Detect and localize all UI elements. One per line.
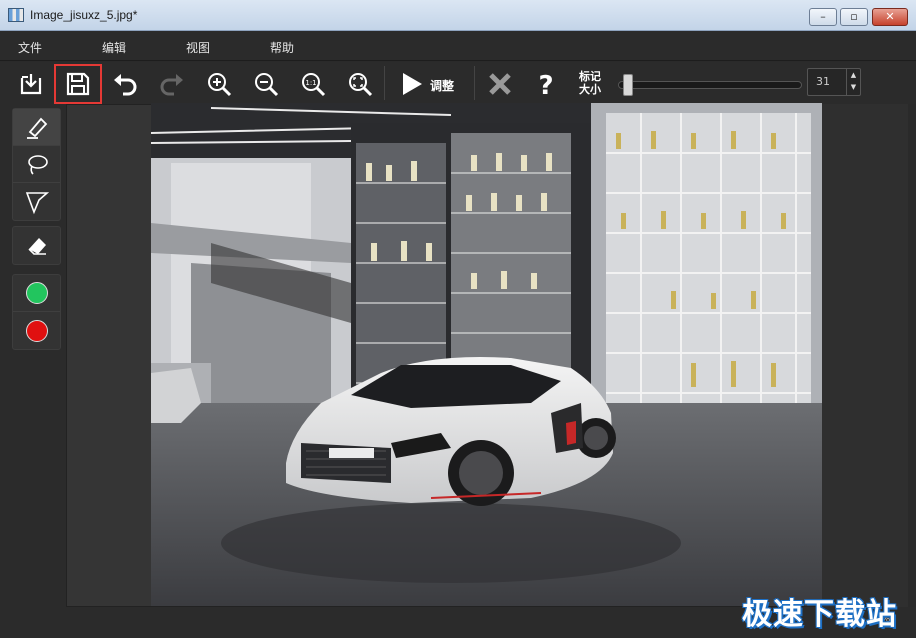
car-showroom-photo — [151, 103, 822, 606]
mark-size-label: 标记 大小 — [579, 70, 601, 96]
toolbar-separator — [474, 66, 475, 100]
highlighter-tool[interactable] — [13, 109, 60, 146]
menu-help[interactable]: 帮助 — [270, 39, 294, 56]
save-icon — [66, 72, 90, 96]
polygon-lasso-tool[interactable] — [13, 183, 60, 220]
svg-text:?: ? — [538, 71, 553, 98]
tool-panel — [0, 104, 66, 624]
menu-bar: 文件 编辑 视图 帮助 — [0, 31, 916, 61]
close-button[interactable]: ✕ — [872, 8, 908, 26]
canvas-right-margin — [822, 104, 908, 607]
redo-button[interactable] — [153, 66, 191, 102]
color-tool-group — [12, 274, 61, 350]
window-title: Image_jisuxz_5.jpg* — [30, 8, 138, 22]
selection-tool-group — [12, 108, 61, 221]
open-icon — [20, 74, 42, 95]
lasso-tool[interactable] — [13, 146, 60, 183]
fit-to-window-button[interactable] — [341, 66, 379, 102]
actual-size-icon: 1:1 — [302, 73, 326, 97]
eraser-tool-group — [12, 226, 61, 265]
window-titlebar: Image_jisuxz_5.jpg* – ▫ ✕ — [0, 0, 916, 31]
zoom-in-button[interactable] — [200, 66, 238, 102]
menu-file[interactable]: 文件 — [18, 39, 42, 56]
question-icon: ? — [538, 71, 553, 98]
eraser-tool[interactable] — [13, 227, 60, 264]
undo-icon — [114, 74, 137, 96]
redo-icon — [160, 74, 183, 96]
lasso-icon — [27, 155, 48, 175]
red-dot-icon — [25, 319, 48, 342]
eraser-icon — [27, 237, 46, 255]
image-canvas[interactable] — [151, 103, 822, 606]
remove-color-tool[interactable] — [13, 312, 60, 349]
adjust-button[interactable] — [392, 66, 430, 102]
close-x-icon — [489, 73, 511, 95]
undo-button[interactable] — [106, 66, 144, 102]
menu-edit[interactable]: 编辑 — [102, 39, 126, 56]
zoom-in-icon — [208, 73, 232, 97]
green-dot-icon — [25, 282, 48, 304]
highlighter-icon — [26, 117, 47, 139]
actual-size-button[interactable]: 1:1 — [294, 66, 332, 102]
maximize-button[interactable]: ▫ — [840, 8, 868, 26]
help-button[interactable]: ? — [527, 66, 565, 102]
toolbar: 1:1 调整 ? 标记 大小 31 ▲ ▼ — [0, 62, 916, 104]
minimize-button[interactable]: – — [809, 8, 837, 26]
mark-size-spinbox[interactable]: 31 ▲ ▼ — [807, 68, 861, 96]
mark-size-slider-thumb[interactable] — [623, 74, 634, 96]
menu-view[interactable]: 视图 — [186, 39, 210, 56]
save-button[interactable] — [54, 64, 102, 104]
svg-text:1:1: 1:1 — [305, 79, 316, 87]
toolbar-separator — [384, 66, 385, 100]
app-icon — [8, 8, 24, 22]
keep-color-tool[interactable] — [13, 275, 60, 312]
play-icon — [403, 73, 422, 95]
mark-size-value[interactable]: 31 — [816, 75, 830, 88]
mark-size-slider[interactable] — [618, 81, 802, 89]
polygon-lasso-icon — [25, 191, 49, 214]
clear-button[interactable] — [481, 66, 519, 102]
spin-arrows[interactable]: ▲ ▼ — [846, 69, 860, 95]
watermark-logo: 极速下载站 — [742, 597, 897, 632]
open-button[interactable] — [12, 66, 50, 102]
zoom-out-button[interactable] — [247, 66, 285, 102]
fit-to-window-icon — [349, 73, 373, 97]
adjust-label[interactable]: 调整 — [430, 77, 454, 94]
zoom-out-icon — [255, 73, 279, 97]
